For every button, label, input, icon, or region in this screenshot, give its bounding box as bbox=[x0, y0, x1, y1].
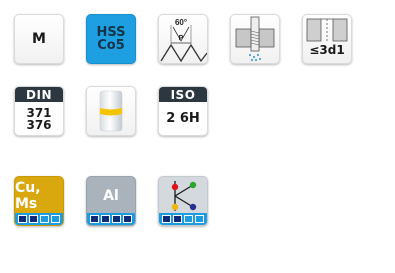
thread-profile-tile: 60° P bbox=[158, 14, 208, 64]
rating-square bbox=[51, 215, 60, 223]
thread-depth-label: ≤3d1 bbox=[309, 43, 345, 57]
material-al-label: Al bbox=[103, 188, 119, 204]
suitability-rating-al bbox=[87, 213, 135, 225]
iso-header: ISO bbox=[159, 87, 207, 102]
tap-ring-tile bbox=[86, 86, 136, 136]
thread-profile-icon: 60° P bbox=[160, 18, 207, 63]
rating-square bbox=[40, 215, 49, 223]
coolant-diagram-icon bbox=[171, 181, 197, 211]
iso-tolerance-tile: ISO 2 6H bbox=[158, 86, 208, 136]
material-al-tile: Al bbox=[86, 176, 136, 226]
thread-pitch-label: P bbox=[179, 35, 184, 42]
material-group-tile: M bbox=[14, 14, 64, 64]
din-header: DIN bbox=[15, 87, 63, 102]
rating-square bbox=[195, 215, 204, 223]
rating-square bbox=[90, 215, 99, 223]
iso-tolerance-value: 2 6H bbox=[166, 110, 200, 126]
thread-depth-tile: ≤3d1 bbox=[302, 14, 352, 64]
rating-square bbox=[101, 215, 110, 223]
tool-spec-icon-grid: M HSS Co5 60° P ≤3d1 DIN 371 376 ISO 2 6… bbox=[0, 0, 395, 273]
tool-material-tile: HSS Co5 bbox=[86, 14, 136, 64]
tool-material-label: HSS Co5 bbox=[87, 15, 135, 63]
iso-body: 2 6H bbox=[159, 102, 207, 135]
rating-square bbox=[173, 215, 182, 223]
rating-square bbox=[29, 215, 38, 223]
thread-angle-label: 60° bbox=[175, 18, 187, 27]
rating-square bbox=[123, 215, 132, 223]
din-standard-tile: DIN 371 376 bbox=[14, 86, 64, 136]
yellow-ring-shank-icon bbox=[99, 90, 123, 132]
rating-square bbox=[18, 215, 27, 223]
through-hole-tap-icon bbox=[235, 16, 275, 61]
din-number-1: 371 bbox=[26, 105, 52, 120]
material-group-label: M bbox=[32, 31, 46, 47]
thread-depth-icon bbox=[306, 18, 348, 42]
material-cu-ms-label: Cu, Ms bbox=[15, 180, 41, 212]
rating-square bbox=[184, 215, 193, 223]
rating-square bbox=[162, 215, 171, 223]
rating-square bbox=[112, 215, 121, 223]
din-body: 371 376 bbox=[15, 102, 63, 135]
suitability-rating-cu-ms bbox=[15, 213, 63, 225]
tool-material-line2: Co5 bbox=[97, 38, 125, 53]
suitability-rating-coolant bbox=[159, 213, 207, 225]
through-hole-tile bbox=[230, 14, 280, 64]
material-cu-ms-tile: Cu, Ms bbox=[14, 176, 64, 226]
din-number-2: 376 bbox=[26, 117, 52, 132]
coolant-tile bbox=[158, 176, 208, 226]
